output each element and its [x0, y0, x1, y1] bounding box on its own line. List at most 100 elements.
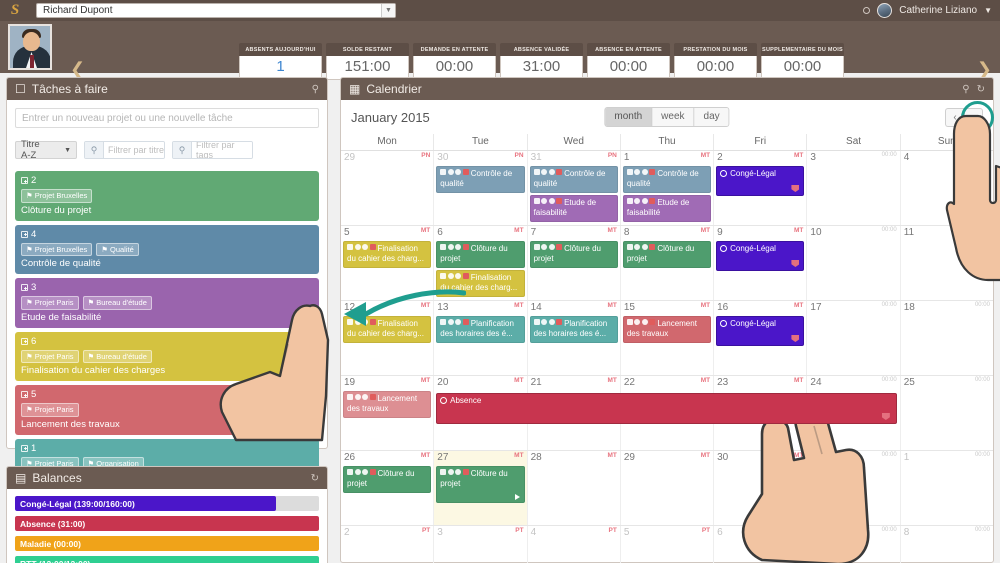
save-icon[interactable] — [626, 198, 633, 204]
avatar[interactable] — [877, 3, 893, 18]
task-tag[interactable]: ⚑ Projet Bruxelles — [21, 189, 93, 203]
filter-title-input[interactable]: Filtrer par titre — [104, 142, 164, 158]
delete-icon[interactable] — [462, 469, 469, 475]
calendar-event-leave[interactable]: Congé-Légal — [716, 316, 805, 346]
task-tag[interactable]: ⚑ Projet Paris — [21, 349, 79, 363]
info-icon[interactable] — [354, 469, 361, 475]
calendar-day-cell[interactable]: 27 MT Clôture du projet — [433, 451, 527, 525]
calendar-event-task[interactable]: Clôture du projet — [436, 241, 525, 268]
info-icon[interactable] — [447, 273, 454, 279]
calendar-day-cell[interactable]: 8 MT Clôture du projet — [619, 226, 713, 300]
delete-icon[interactable] — [649, 244, 656, 250]
calendar-day-cell[interactable]: 7 00:00 — [806, 526, 899, 563]
new-task-input[interactable]: Entrer un nouveau projet ou une nouvelle… — [15, 108, 319, 128]
user-selector[interactable]: Richard Dupont ▼ — [36, 3, 396, 18]
event-icons[interactable] — [533, 169, 563, 175]
calendar-day-cell[interactable]: 25 00:00 — [899, 376, 993, 450]
task-tag[interactable]: ⚑ Projet Paris — [21, 296, 79, 310]
delete-icon[interactable] — [556, 244, 563, 250]
calendar-event-leave[interactable]: Congé-Légal — [716, 166, 805, 196]
info-icon[interactable] — [634, 244, 641, 250]
delete-icon[interactable] — [369, 319, 376, 325]
delete-icon[interactable] — [649, 319, 656, 325]
delete-icon[interactable] — [369, 244, 376, 250]
calendar-day-cell[interactable]: 10 00:00 — [806, 226, 899, 300]
account-name[interactable]: Catherine Liziano — [899, 5, 977, 16]
play-icon[interactable] — [514, 494, 520, 500]
calendar-day-cell[interactable]: 2 PT — [341, 526, 433, 563]
flag-icon[interactable] — [791, 335, 800, 342]
calendar-day-cell[interactable]: 6 — [713, 526, 806, 563]
clock-icon[interactable] — [455, 169, 462, 175]
delete-icon[interactable] — [556, 169, 563, 175]
calendar-event-task[interactable]: Etude de faisabilité — [529, 195, 618, 222]
calendar-event-absence-span[interactable]: Absence — [436, 393, 897, 424]
clock-icon[interactable] — [641, 169, 648, 175]
delete-icon[interactable] — [556, 198, 563, 204]
event-icons[interactable] — [626, 198, 656, 204]
event-icons[interactable] — [440, 469, 469, 475]
refresh-icon[interactable]: ↻ — [977, 84, 985, 95]
calendar-event-task[interactable]: Clôture du projet — [343, 466, 432, 493]
delete-icon[interactable] — [649, 198, 656, 204]
calendar-day-cell[interactable]: 29 MT — [619, 451, 713, 525]
event-icons[interactable] — [626, 319, 656, 325]
task-item[interactable]: 6 ⚑ Projet Paris ⚑ Bureau d'étude Finalisatio… — [15, 331, 319, 381]
flag-icon[interactable] — [791, 260, 800, 267]
calendar-event-task[interactable]: Contrôle de qualité — [529, 166, 618, 193]
calendar-day-cell[interactable]: 12 MT Finalisation du cahier des charg... — [341, 301, 433, 375]
clock-icon[interactable] — [455, 319, 462, 325]
save-icon[interactable] — [440, 169, 447, 175]
save-icon[interactable] — [440, 244, 447, 250]
calendar-day-cell[interactable]: 11 — [899, 226, 993, 300]
calendar-event-task[interactable]: Lancement des travaux — [622, 316, 712, 343]
task-checkbox-icon[interactable] — [21, 337, 28, 345]
event-icons[interactable] — [347, 394, 376, 400]
calendar-day-cell[interactable]: 26 MT Clôture du projet — [341, 451, 433, 525]
calendar-event-task[interactable]: Etude de faisabilité — [622, 195, 712, 222]
calendar-event-leave[interactable]: Congé-Légal — [716, 241, 805, 271]
calendar-day-cell[interactable]: 1 MT Contrôle de qualité Etude de faisabili… — [619, 151, 713, 225]
sort-select[interactable]: Titre A-Z ▼ — [15, 139, 77, 161]
task-item[interactable]: 3 ⚑ Projet Paris ⚑ Bureau d'étude Etude de fa… — [15, 278, 319, 328]
clock-icon[interactable] — [362, 469, 368, 475]
save-icon[interactable] — [533, 244, 540, 250]
filter-title-group[interactable]: ⚲ Filtrer par titre — [84, 141, 165, 159]
calendar-day-cell[interactable]: 2 MT Congé-Légal — [713, 151, 806, 225]
info-icon[interactable] — [447, 244, 454, 250]
info-icon[interactable] — [634, 169, 641, 175]
info-icon[interactable] — [541, 319, 548, 325]
event-icons[interactable] — [440, 169, 469, 175]
event-icons[interactable] — [626, 169, 656, 175]
calendar-event-task[interactable]: Finalisation du cahier des charg... — [436, 270, 525, 297]
calendar-day-cell[interactable]: 19 MT Lancement des travaux — [341, 376, 433, 450]
calendar-day-cell[interactable]: 28 MT — [526, 451, 620, 525]
calendar-day-cell[interactable]: 8 00:00 — [899, 526, 993, 563]
delete-icon[interactable] — [462, 273, 469, 279]
event-icons[interactable] — [347, 469, 376, 475]
info-icon[interactable] — [634, 198, 641, 204]
clock-icon[interactable] — [362, 319, 368, 325]
task-tag[interactable]: ⚑ Projet Bruxelles — [21, 242, 93, 256]
delete-icon[interactable] — [462, 244, 469, 250]
clock-icon[interactable] — [455, 469, 462, 475]
task-item[interactable]: 4 ⚑ Projet Bruxelles ⚑ Qualité Contrôle de qu… — [15, 224, 319, 274]
info-icon[interactable] — [541, 198, 548, 204]
event-icons[interactable] — [533, 244, 563, 250]
event-icons[interactable] — [347, 319, 376, 325]
calendar-event-task[interactable]: Contrôle de qualité — [436, 166, 525, 193]
search-icon[interactable]: ⚲ — [312, 84, 319, 95]
clock-icon[interactable] — [641, 319, 648, 325]
calendar-day-cell[interactable]: 4 PT — [526, 526, 620, 563]
delete-icon[interactable] — [462, 169, 469, 175]
task-tag[interactable]: ⚑ Bureau d'étude — [82, 296, 152, 310]
event-icons[interactable] — [533, 319, 563, 325]
app-logo[interactable]: S — [0, 0, 30, 21]
delete-icon[interactable] — [556, 319, 563, 325]
calendar-event-task[interactable]: Contrôle de qualité — [622, 166, 712, 193]
calendar-prev-button[interactable]: ‹ — [945, 107, 964, 127]
calendar-day-cell[interactable]: 18 00:00 — [899, 301, 993, 375]
calendar-day-cell[interactable]: 29 PN — [341, 151, 433, 225]
event-icons[interactable] — [440, 244, 469, 250]
event-icons[interactable] — [440, 273, 469, 279]
